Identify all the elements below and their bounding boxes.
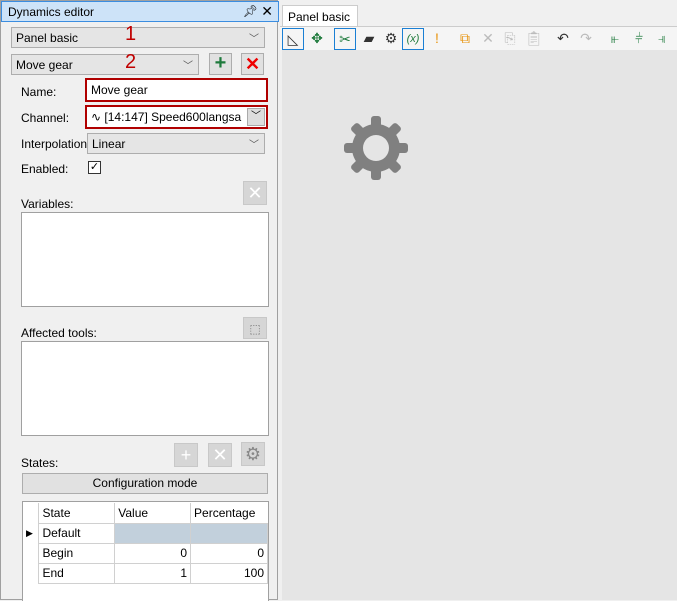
channel-value: [14:147] Speed600langsa <box>104 110 242 124</box>
cell-state[interactable]: Begin <box>38 542 116 564</box>
tab-panel-basic[interactable]: Panel basic <box>282 5 358 26</box>
toolbar: ◺ ✥ ✂ ▰ ⚙ (x) ! ⧉ ✕ ⎘ 📋︎ ↶ ↷ ⫦ ⫩ ⫣ <box>280 26 677 50</box>
panel-combo[interactable]: Panel basic ﹀ <box>11 27 265 48</box>
cell-value[interactable] <box>114 522 192 544</box>
marker-1: 1 <box>125 23 137 45</box>
table-row[interactable]: ▶ Default <box>23 522 268 544</box>
align-center-icon[interactable]: ⫩ <box>628 28 650 50</box>
remove-variable-button[interactable]: ✕ <box>243 181 267 205</box>
name-input[interactable]: Move gear <box>85 78 268 102</box>
copy-icon[interactable]: ⎘ <box>499 28 521 50</box>
interpolation-label: Interpolation: <box>21 137 91 151</box>
sine-wave-icon: ∿ <box>91 110 102 124</box>
name-value: Move gear <box>91 83 148 97</box>
align-right-icon[interactable]: ⫣ <box>651 28 673 50</box>
state-settings-gear-icon[interactable]: ⚙ <box>241 442 265 466</box>
marker-2: 2 <box>125 51 137 73</box>
configuration-mode-button[interactable]: Configuration mode <box>22 473 268 494</box>
tools-icon[interactable]: ✂ <box>334 28 356 50</box>
panel-title-bar: Dynamics editor 📌︎ ✕ <box>1 1 279 22</box>
chevron-down-icon: ﹀ <box>249 34 259 45</box>
delete-state-button[interactable]: ✕ <box>208 443 232 467</box>
variables-label: Variables: <box>21 197 74 211</box>
panel-title: Dynamics editor <box>8 5 95 19</box>
header-percentage[interactable]: Percentage <box>190 503 268 524</box>
header-state[interactable]: State <box>38 503 116 524</box>
cell-percentage[interactable]: 0 <box>190 542 268 564</box>
chevron-down-icon[interactable]: ﹀ <box>247 108 265 126</box>
dynamic-combo[interactable]: Move gear ﹀ <box>11 54 199 75</box>
table-row[interactable]: Begin 0 0 <box>23 542 268 564</box>
affected-tools-label: Affected tools: <box>21 326 97 340</box>
states-label: States: <box>21 456 59 470</box>
align-left-icon[interactable]: ⫦ <box>604 28 626 50</box>
name-label: Name: <box>21 85 57 99</box>
channel-label: Channel: <box>21 111 70 125</box>
cell-state[interactable]: Default <box>38 522 116 544</box>
row-indicator-icon: ▶ <box>26 527 33 538</box>
marker-icon[interactable]: ! <box>426 28 448 50</box>
states-grid: State Value Percentage ▶ Default Begin 0… <box>22 501 269 601</box>
window-settings-icon[interactable]: ⚙ <box>380 28 402 50</box>
book-icon[interactable]: ▰ <box>358 28 380 50</box>
delete-dynamic-button[interactable]: ✕ <box>241 53 264 75</box>
grid-header-row: State Value Percentage <box>23 503 268 524</box>
move-icon[interactable]: ✥ <box>306 28 328 50</box>
interpolation-combo[interactable]: Linear ﹀ <box>87 133 265 154</box>
variables-list[interactable] <box>21 212 269 307</box>
panel-combo-value: Panel basic <box>16 31 79 45</box>
cell-percentage[interactable] <box>190 522 268 544</box>
table-row[interactable]: End 1 100 <box>23 562 268 584</box>
delete-icon[interactable]: ✕ <box>477 28 499 50</box>
enabled-checkbox[interactable]: ✓ <box>88 161 101 174</box>
chevron-down-icon: ﹀ <box>249 140 259 151</box>
pin-icon[interactable]: 📌︎ <box>243 4 258 18</box>
dynamic-combo-value: Move gear <box>16 58 73 72</box>
interpolation-value: Linear <box>92 137 126 151</box>
undo-icon[interactable]: ↶ <box>552 28 574 50</box>
panel-canvas[interactable] <box>282 50 677 600</box>
cell-percentage[interactable]: 100 <box>190 562 268 584</box>
dynamics-editor-panel: Dynamics editor 📌︎ ✕ Panel basic ﹀ 1 Move… <box>0 0 279 601</box>
pick-tool-button[interactable]: ⬚ <box>243 317 267 339</box>
header-value[interactable]: Value <box>114 503 192 524</box>
close-icon[interactable]: ✕ <box>261 3 273 20</box>
gear-icon[interactable] <box>344 116 408 180</box>
add-state-button[interactable]: + <box>174 443 198 467</box>
chevron-down-icon: ﹀ <box>183 61 193 72</box>
cell-value[interactable]: 1 <box>114 562 192 584</box>
affected-tools-list[interactable] <box>21 341 269 436</box>
group-icon[interactable]: ⧉ <box>454 28 476 50</box>
add-dynamic-button[interactable]: + <box>209 53 232 75</box>
cell-value[interactable]: 0 <box>114 542 192 564</box>
redo-icon[interactable]: ↷ <box>575 28 597 50</box>
paste-icon[interactable]: 📋︎ <box>523 28 545 50</box>
cell-state[interactable]: End <box>38 562 116 584</box>
edit-mode-icon[interactable]: ◺ <box>282 28 304 50</box>
variables-icon[interactable]: (x) <box>402 28 424 50</box>
enabled-label: Enabled: <box>21 162 69 176</box>
channel-combo[interactable]: ∿ [14:147] Speed600langsa ﹀ <box>85 105 268 129</box>
